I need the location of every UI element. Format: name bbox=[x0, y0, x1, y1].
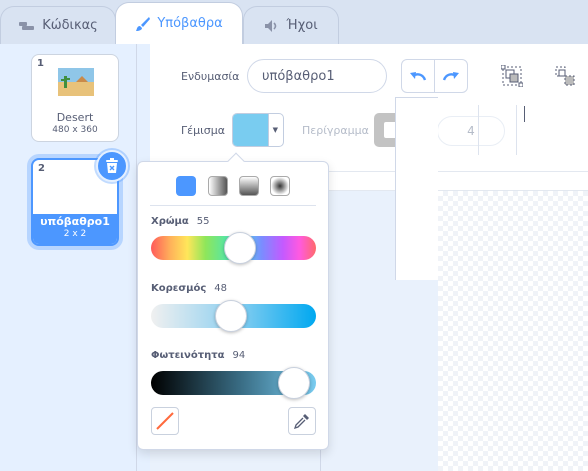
canvas-stage[interactable] bbox=[395, 97, 438, 280]
divider bbox=[516, 105, 517, 155]
tab-backdrops[interactable]: Υπόβαθρα bbox=[115, 2, 243, 44]
costume-list: 1 Desert 480 x 360 2 υπόβαθρο1 2 x 2 bbox=[0, 44, 137, 471]
undo-icon bbox=[410, 72, 427, 81]
dropdown-arrow-icon: ▼ bbox=[272, 126, 278, 134]
divider bbox=[150, 205, 316, 206]
group-button[interactable] bbox=[495, 59, 529, 93]
tab-code[interactable]: Κώδικας bbox=[0, 6, 116, 44]
tab-label: Υπόβαθρα bbox=[157, 16, 223, 31]
eyedropper-button[interactable] bbox=[288, 407, 316, 435]
costume-name-label: Ενδυμασία bbox=[181, 70, 240, 83]
costume-name: Desert bbox=[56, 111, 94, 124]
tab-sounds[interactable]: Ήχοι bbox=[243, 6, 339, 44]
brightness-label: Φωτεινότητα 94 bbox=[151, 350, 245, 361]
code-icon bbox=[18, 20, 36, 32]
hue-label: Χρώμα 55 bbox=[151, 216, 210, 227]
horizontal-gradient-button[interactable] bbox=[208, 176, 228, 196]
undo-button[interactable] bbox=[401, 59, 435, 93]
brightness-value: 94 bbox=[232, 350, 246, 361]
desert-thumbnail bbox=[58, 68, 94, 96]
redo-button[interactable] bbox=[434, 59, 468, 93]
brush-icon bbox=[135, 16, 151, 32]
outline-label: Περίγραμμα bbox=[302, 124, 369, 137]
delete-costume-button[interactable] bbox=[96, 150, 128, 182]
fill-color-swatch bbox=[233, 114, 269, 146]
saturation-slider-handle[interactable] bbox=[215, 300, 247, 332]
ungroup-button[interactable] bbox=[548, 59, 582, 93]
ungroup-icon bbox=[555, 66, 575, 86]
vertical-gradient-button[interactable] bbox=[239, 176, 259, 196]
costume-item[interactable]: 1 Desert 480 x 360 bbox=[31, 54, 119, 142]
radial-gradient-button[interactable] bbox=[270, 176, 290, 196]
group-icon bbox=[501, 65, 523, 87]
costume-size: 480 x 360 bbox=[52, 125, 98, 135]
costume-size: 2 x 2 bbox=[63, 229, 87, 239]
costume-name-input[interactable]: υπόβαθρο1 bbox=[247, 59, 387, 93]
hue-slider-handle[interactable] bbox=[224, 232, 256, 264]
hue-value: 55 bbox=[196, 216, 210, 227]
saturation-label: Κορεσμός 48 bbox=[151, 283, 227, 294]
tab-bar: Κώδικας Υπόβαθρα Ήχοι bbox=[0, 0, 588, 44]
speaker-icon bbox=[264, 19, 280, 33]
trash-icon bbox=[106, 158, 118, 173]
costume-number: 1 bbox=[37, 58, 44, 69]
saturation-value: 48 bbox=[214, 283, 228, 294]
costume-name: υπόβαθρο1 bbox=[40, 215, 110, 228]
color-picker-popover: Χρώμα 55 Κορεσμός 48 Φωτεινότητα 94 bbox=[137, 152, 329, 450]
fill-label: Γέμισμα bbox=[181, 124, 226, 137]
costume-number: 2 bbox=[38, 163, 45, 174]
no-color-button[interactable] bbox=[151, 407, 179, 435]
canvas-checker bbox=[438, 191, 588, 471]
brightness-label-text: Φωτεινότητα bbox=[151, 350, 225, 361]
hue-label-text: Χρώμα bbox=[151, 216, 189, 227]
redo-icon bbox=[442, 72, 459, 81]
stroke-width-input[interactable]: 4 bbox=[437, 116, 505, 146]
fill-color-button[interactable]: ▼ bbox=[232, 113, 284, 147]
divider bbox=[478, 105, 479, 155]
solid-fill-button[interactable] bbox=[176, 176, 196, 196]
eyedropper-icon bbox=[294, 414, 309, 429]
no-color-icon bbox=[156, 412, 174, 430]
text-cursor bbox=[524, 106, 525, 122]
tab-label: Κώδικας bbox=[42, 18, 98, 33]
saturation-label-text: Κορεσμός bbox=[151, 283, 207, 294]
tab-label: Ήχοι bbox=[286, 18, 318, 33]
brightness-slider-handle[interactable] bbox=[278, 367, 310, 399]
